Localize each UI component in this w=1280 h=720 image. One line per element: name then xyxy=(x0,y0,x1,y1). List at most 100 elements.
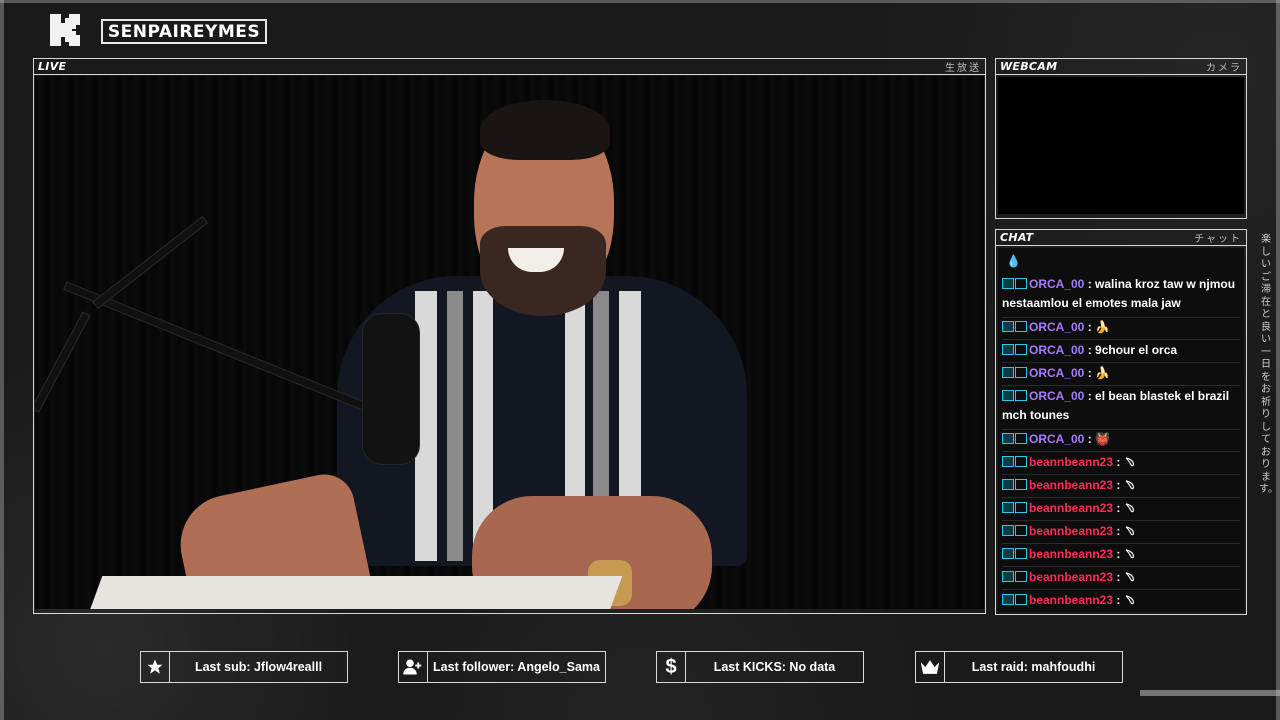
moderator-badge-icon xyxy=(1002,571,1014,582)
chat-separator: : xyxy=(1084,366,1096,380)
chat-separator: : xyxy=(1084,277,1096,291)
chat-separator: : xyxy=(1084,389,1096,403)
chat-message: beannbeann23 : ﹆ xyxy=(1002,545,1240,564)
last-kicks-box: $ Last KICKS: No data xyxy=(656,651,864,683)
subscriber-badge-icon xyxy=(1015,502,1027,513)
chat-divider xyxy=(1002,520,1240,521)
last-follower-label: Last follower: Angelo_Sama xyxy=(433,660,600,674)
moderator-badge-icon xyxy=(1002,390,1014,401)
chat-panel-header: CHAT チャット xyxy=(996,230,1246,246)
chat-text: ﹆ xyxy=(1123,478,1136,492)
star-icon xyxy=(141,652,170,682)
chat-divider xyxy=(1002,385,1240,386)
subscriber-badge-icon xyxy=(1015,321,1027,332)
subscriber-badge-icon xyxy=(1015,548,1027,559)
chat-message-list[interactable]: 💧 ORCA_00 : walina kroz taw w njmou nesta… xyxy=(998,248,1244,612)
chat-username[interactable]: ORCA_00 xyxy=(1029,343,1084,357)
chat-message: ORCA_00 : walina kroz taw w njmou nestaam… xyxy=(1002,275,1240,313)
side-japanese-text: 楽しいご滞在と良い一日をお祈りしております。 xyxy=(1259,234,1278,495)
chat-message: ORCA_00 : 🍌 xyxy=(1002,318,1240,337)
chat-divider xyxy=(1002,451,1240,452)
subscriber-badge-icon xyxy=(1015,344,1027,355)
moderator-badge-icon xyxy=(1002,456,1014,467)
chat-username[interactable]: beannbeann23 xyxy=(1029,524,1113,538)
subscriber-badge-icon xyxy=(1015,367,1027,378)
chat-username[interactable]: beannbeann23 xyxy=(1029,570,1113,584)
chat-username[interactable]: beannbeann23 xyxy=(1029,478,1113,492)
last-sub-label: Last sub: Jflow4realll xyxy=(194,660,323,674)
chat-separator: : xyxy=(1113,524,1124,538)
moderator-badge-icon xyxy=(1002,344,1014,355)
chat-username[interactable]: ORCA_00 xyxy=(1029,432,1084,446)
chat-separator: : xyxy=(1113,547,1124,561)
chat-text-continued: mch tounes xyxy=(1002,408,1070,422)
channel-name: SENPAIREYMES xyxy=(101,19,267,44)
subscriber-badge-icon xyxy=(1015,390,1027,401)
chat-separator: : xyxy=(1113,455,1124,469)
frame-edge-right xyxy=(1276,0,1280,720)
chat-separator: : xyxy=(1084,343,1096,357)
subscriber-badge-icon xyxy=(1015,433,1027,444)
dollar-icon: $ xyxy=(657,652,686,682)
chat-panel: CHAT チャット 💧 ORCA_00 : walina kroz taw w … xyxy=(995,229,1247,615)
live-panel: LIVE 生放送 xyxy=(33,58,986,614)
webcam-tag: WEBCAM xyxy=(1000,60,1058,73)
chat-username[interactable]: beannbeann23 xyxy=(1029,593,1113,607)
chat-text: ﹆ xyxy=(1123,593,1136,607)
chat-message: beannbeann23 : ﹆ xyxy=(1002,568,1240,587)
moderator-badge-icon xyxy=(1002,433,1014,444)
chat-message: beannbeann23 : ﹆ xyxy=(1002,591,1240,610)
add-user-icon xyxy=(399,652,428,682)
live-video[interactable] xyxy=(35,76,984,609)
subscriber-badge-icon xyxy=(1015,479,1027,490)
chat-message: beannbeann23 : ﹆ xyxy=(1002,476,1240,495)
chat-username[interactable]: ORCA_00 xyxy=(1029,277,1084,291)
chat-text: ﹆ xyxy=(1123,547,1136,561)
moderator-badge-icon xyxy=(1002,321,1014,332)
live-tag: LIVE xyxy=(38,60,67,73)
chat-username[interactable]: ORCA_00 xyxy=(1029,366,1084,380)
chat-username[interactable]: beannbeann23 xyxy=(1029,455,1113,469)
moderator-badge-icon xyxy=(1002,367,1014,378)
webcam-feed[interactable] xyxy=(998,77,1244,214)
chat-text: ﹆ xyxy=(1123,455,1136,469)
chat-username[interactable]: beannbeann23 xyxy=(1029,501,1113,515)
chat-divider xyxy=(1002,362,1240,363)
shirt-stripe xyxy=(447,291,463,561)
frame-edge-top xyxy=(0,0,1280,3)
chat-divider xyxy=(1002,497,1240,498)
chat-username[interactable]: ORCA_00 xyxy=(1029,320,1084,334)
subscriber-badge-icon xyxy=(1015,525,1027,536)
chat-text: ﹆ xyxy=(1123,524,1136,538)
moderator-badge-icon xyxy=(1002,594,1014,605)
chat-divider xyxy=(1002,339,1240,340)
chat-username[interactable]: beannbeann23 xyxy=(1029,547,1113,561)
chat-text: 👹 xyxy=(1095,432,1110,446)
chat-text: 🍌 xyxy=(1095,320,1110,334)
live-jp-label: 生放送 xyxy=(945,63,981,74)
chat-message: beannbeann23 : ﹆ xyxy=(1002,499,1240,518)
subscriber-badge-icon xyxy=(1015,571,1027,582)
last-follower-box: Last follower: Angelo_Sama xyxy=(398,651,606,683)
chat-text: walina kroz taw w njmou xyxy=(1095,277,1236,291)
chat-text: el bean blastek el brazil xyxy=(1095,389,1230,403)
chat-tag: CHAT xyxy=(1000,231,1034,244)
chat-separator: : xyxy=(1113,570,1124,584)
last-kicks-label: Last KICKS: No data xyxy=(713,660,836,674)
webcam-panel-header: WEBCAM カメラ xyxy=(996,59,1246,75)
chat-message: beannbeann23 : ﹆ xyxy=(1002,453,1240,472)
microphone xyxy=(362,313,420,465)
chat-separator: : xyxy=(1113,593,1124,607)
chat-divider xyxy=(1002,543,1240,544)
chat-message: ORCA_00 : 🍌 xyxy=(1002,364,1240,383)
moderator-badge-icon xyxy=(1002,278,1014,289)
chat-message: beannbeann23 : ﹆ xyxy=(1002,522,1240,541)
chat-divider xyxy=(1002,474,1240,475)
chat-message: ORCA_00 : 👹 xyxy=(1002,430,1240,449)
chat-username[interactable]: ORCA_00 xyxy=(1029,389,1084,403)
chat-separator: : xyxy=(1113,501,1124,515)
subscriber-badge-icon xyxy=(1015,278,1027,289)
chat-divider xyxy=(1002,566,1240,567)
webcam-panel: WEBCAM カメラ xyxy=(995,58,1247,219)
kick-logo-icon xyxy=(50,14,80,46)
